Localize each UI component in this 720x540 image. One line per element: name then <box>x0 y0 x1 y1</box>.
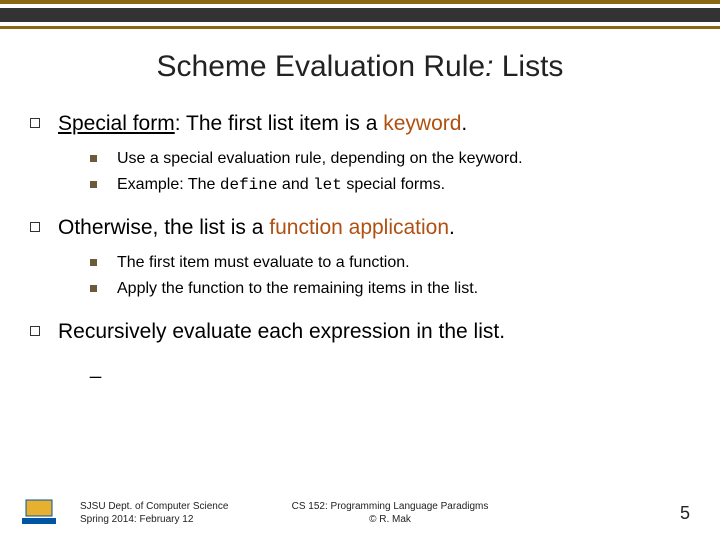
footer-dept: SJSU Dept. of Computer Science Spring 20… <box>80 500 228 526</box>
square-bullet-icon <box>30 118 40 128</box>
slide-content: Special form: The first list item is a k… <box>30 110 690 380</box>
slide-title: Scheme Evaluation Rule: Lists <box>0 50 720 84</box>
accent-bar-top <box>0 0 720 4</box>
dark-bar <box>0 8 720 22</box>
bullet-3-text: Recursively evaluate each expression in … <box>58 318 505 346</box>
bullet-2-text: Otherwise, the list is a function applic… <box>58 214 455 242</box>
sub-bullet: The first item must evaluate to a functi… <box>90 252 690 274</box>
filled-square-icon <box>90 285 97 292</box>
sjsu-logo <box>22 496 56 524</box>
sub-bullet: Example: The define and let special form… <box>90 174 690 196</box>
sub-bullet: Apply the function to the remaining item… <box>90 278 690 300</box>
bullet-2: Otherwise, the list is a function applic… <box>30 214 690 242</box>
filled-square-icon <box>90 259 97 266</box>
square-bullet-icon <box>30 222 40 232</box>
title-pre: Scheme Evaluation Rule <box>157 50 486 83</box>
page-number: 5 <box>680 503 690 524</box>
bullet-1-sub: Use a special evaluation rule, depending… <box>90 148 690 196</box>
title-sep: : <box>485 50 502 83</box>
sub-text: Example: The define and let special form… <box>117 174 445 196</box>
dash-placeholder: _ <box>90 357 690 380</box>
filled-square-icon <box>90 155 97 162</box>
sub-text: Use a special evaluation rule, depending… <box>117 148 523 170</box>
title-post: Lists <box>502 50 564 83</box>
accent-bar-bottom <box>0 26 720 29</box>
bullet-3: Recursively evaluate each expression in … <box>30 318 690 346</box>
sub-text: Apply the function to the remaining item… <box>117 278 478 300</box>
bullet-1-text: Special form: The first list item is a k… <box>58 110 467 138</box>
footer-course: CS 152: Programming Language Paradigms ©… <box>260 500 520 526</box>
filled-square-icon <box>90 181 97 188</box>
sub-text: The first item must evaluate to a functi… <box>117 252 410 274</box>
sub-bullet: Use a special evaluation rule, depending… <box>90 148 690 170</box>
square-bullet-icon <box>30 326 40 336</box>
bullet-1: Special form: The first list item is a k… <box>30 110 690 138</box>
bullet-2-sub: The first item must evaluate to a functi… <box>90 252 690 300</box>
